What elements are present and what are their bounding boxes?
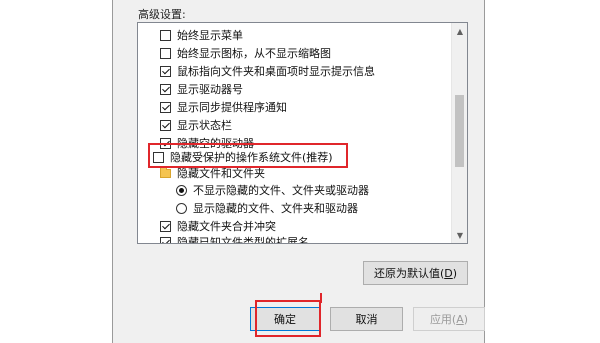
setting-label: 鼠标指向文件夹和桌面项时显示提示信息 xyxy=(177,65,375,78)
setting-label: 显示驱动器号 xyxy=(177,83,243,96)
advanced-settings-list[interactable]: 始终显示菜单 始终显示图标，从不显示缩略图 鼠标指向文件夹和桌面项时显示提示信息… xyxy=(137,22,468,244)
checkbox[interactable] xyxy=(160,83,171,95)
setting-show-sync-notifications[interactable]: 显示同步提供程序通知 xyxy=(160,98,287,116)
option-dont-show-hidden[interactable]: 不显示隐藏的文件、文件夹或驱动器 xyxy=(176,181,369,199)
apply-label: 应用( xyxy=(429,313,457,326)
vertical-scrollbar[interactable]: ▲ ▼ xyxy=(451,23,467,243)
setting-label: 隐藏已知文件类型的扩展名 xyxy=(177,236,309,244)
setting-always-show-menus[interactable]: 始终显示菜单 xyxy=(160,26,243,44)
setting-show-tooltips[interactable]: 鼠标指向文件夹和桌面项时显示提示信息 xyxy=(160,62,375,80)
scroll-up-arrow-icon[interactable]: ▲ xyxy=(452,23,467,39)
setting-always-show-icons[interactable]: 始终显示图标，从不显示缩略图 xyxy=(160,44,331,62)
advanced-settings-label: 高级设置: xyxy=(138,8,186,21)
apply-label-suffix: ) xyxy=(463,312,469,326)
restore-label-suffix: ) xyxy=(452,266,458,280)
checkbox[interactable] xyxy=(160,29,171,41)
annotation-highlight-ok xyxy=(255,300,321,337)
checkbox[interactable] xyxy=(160,119,171,131)
restore-access-key: D xyxy=(444,266,453,280)
setting-show-status-bar[interactable]: 显示状态栏 xyxy=(160,116,232,134)
checkbox[interactable] xyxy=(160,65,171,77)
setting-hide-known-extensions[interactable]: 隐藏已知文件类型的扩展名 xyxy=(160,233,309,244)
setting-label: 始终显示菜单 xyxy=(177,29,243,42)
option-label: 显示隐藏的文件、文件夹和驱动器 xyxy=(193,202,358,215)
option-label: 不显示隐藏的文件、文件夹或驱动器 xyxy=(193,184,369,197)
annotation-highlight-protected-files xyxy=(148,143,348,168)
setting-label: 显示状态栏 xyxy=(177,119,232,132)
checkbox[interactable] xyxy=(160,47,171,59)
restore-label: 还原为默认值( xyxy=(373,267,445,280)
restore-defaults-button[interactable]: 还原为默认值(D) xyxy=(363,261,468,285)
setting-label: 始终显示图标，从不显示缩略图 xyxy=(177,47,331,60)
checkbox[interactable] xyxy=(160,236,171,243)
radio-button[interactable] xyxy=(176,184,187,196)
radio-button[interactable] xyxy=(176,202,187,214)
cancel-button[interactable]: 取消 xyxy=(330,307,403,331)
folder-icon xyxy=(160,165,171,178)
checkbox[interactable] xyxy=(160,220,171,232)
setting-label: 显示同步提供程序通知 xyxy=(177,101,287,114)
setting-label: 隐藏文件夹合并冲突 xyxy=(177,220,276,233)
checkbox[interactable] xyxy=(160,101,171,113)
option-show-hidden[interactable]: 显示隐藏的文件、文件夹和驱动器 xyxy=(176,199,358,217)
scroll-down-arrow-icon[interactable]: ▼ xyxy=(452,227,467,243)
scrollbar-thumb[interactable] xyxy=(455,95,464,167)
apply-button[interactable]: 应用(A) xyxy=(413,307,485,331)
setting-show-drive-letters[interactable]: 显示驱动器号 xyxy=(160,80,243,98)
apply-access-key: A xyxy=(456,312,464,326)
